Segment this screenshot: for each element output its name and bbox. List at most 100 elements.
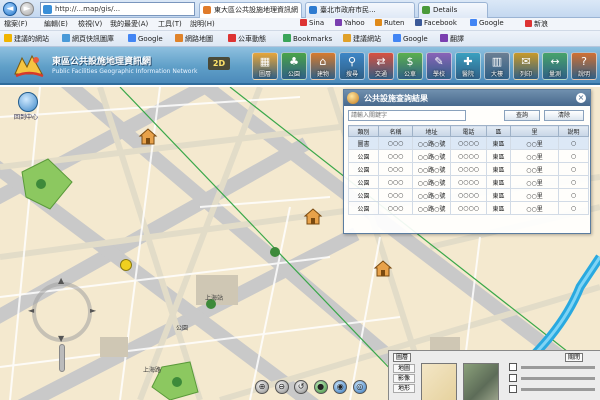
fav-2[interactable]: Google xyxy=(128,34,163,43)
opacity-slider[interactable] xyxy=(521,366,595,369)
column-header[interactable]: 名稱 xyxy=(378,125,413,137)
pan-ring[interactable] xyxy=(32,282,92,342)
menu-favorites[interactable]: 我的最愛(A) xyxy=(110,19,148,29)
basemap-option[interactable]: 地圖 xyxy=(393,364,415,373)
fav-4[interactable]: 公車動態 xyxy=(228,34,266,44)
table-row[interactable]: 圖書 ○○○ ○○路○號 ○○○○ 東區 ○○里 ○ xyxy=(348,136,589,150)
menu-view[interactable]: 檢視(V) xyxy=(78,19,102,29)
link-1[interactable]: Yahoo xyxy=(335,19,365,27)
building-marker-icon[interactable] xyxy=(303,207,323,225)
url-text: http://...map/gis/... xyxy=(55,5,121,13)
query-button[interactable]: 查詢 xyxy=(504,110,540,121)
park-marker-icon[interactable] xyxy=(36,179,46,189)
home-compass[interactable]: 回到中心 xyxy=(14,92,44,121)
layer-checkbox[interactable] xyxy=(509,363,517,371)
link-3[interactable]: Facebook xyxy=(415,19,457,27)
layer-checkbox[interactable] xyxy=(509,374,517,382)
page-icon xyxy=(343,34,351,42)
toolbar-button[interactable]: ↔ 量測 xyxy=(542,52,568,80)
toolbar-button[interactable]: ? 說明 xyxy=(571,52,597,80)
table-row[interactable]: 公園 ○○○ ○○路○號 ○○○○ 東區 ○○里 ○ xyxy=(348,162,589,176)
back-arrow-icon[interactable]: ◄ xyxy=(3,2,17,16)
table-row[interactable]: 公園 ○○○ ○○路○號 ○○○○ 東區 ○○里 ○ xyxy=(348,149,589,163)
clear-button[interactable]: 清除 xyxy=(544,110,584,121)
fav-7[interactable]: Google xyxy=(393,34,428,43)
browser-menu-bar: 檔案(F) 編輯(E) 檢視(V) 我的最愛(A) 工具(T) 說明(H) Si… xyxy=(0,18,600,31)
toolbar-label: 醫院 xyxy=(461,71,474,78)
close-icon[interactable]: × xyxy=(576,93,586,103)
pan-right-arrow-icon[interactable]: ► xyxy=(90,306,96,315)
menu-help[interactable]: 說明(H) xyxy=(190,19,215,29)
tab-0[interactable]: 東大區公共設施地理資訊網 xyxy=(199,2,302,18)
fav-1[interactable]: 網頁快訊圖庫 xyxy=(62,34,114,44)
opacity-slider[interactable] xyxy=(521,388,595,391)
basemap-option[interactable]: 地形 xyxy=(393,384,415,393)
toolbar-button[interactable]: $ 公車 xyxy=(397,52,423,80)
pan-left-arrow-icon[interactable]: ◄ xyxy=(28,306,34,315)
fav-6[interactable]: 建議網站 xyxy=(343,34,381,44)
table-row[interactable]: 公園 ○○○ ○○路○號 ○○○○ 東區 ○○里 ○ xyxy=(348,188,589,202)
table-row[interactable]: 公園 ○○○ ○○路○號 ○○○○ 東區 ○○里 ○ xyxy=(348,175,589,189)
link-label: Sina xyxy=(309,19,325,27)
building-marker-icon[interactable] xyxy=(373,259,393,277)
column-header[interactable]: 地址 xyxy=(412,125,451,137)
globe-view-icon[interactable]: ◉ xyxy=(333,380,348,394)
table-cell: 公園 xyxy=(348,201,379,215)
menu-file[interactable]: 檔案(F) xyxy=(4,19,28,29)
column-header[interactable]: 電話 xyxy=(450,125,487,137)
menu-tools[interactable]: 工具(T) xyxy=(158,19,182,29)
toolbar-button[interactable]: ▦ 圖層 xyxy=(252,52,278,80)
park-marker-icon[interactable] xyxy=(172,377,182,387)
tab-1[interactable]: 臺北市政府市民... xyxy=(305,2,415,18)
layer-checkbox[interactable] xyxy=(509,385,517,393)
link-2[interactable]: Ruten xyxy=(375,19,404,27)
link-icon xyxy=(470,19,477,26)
basemap-option[interactable]: 影像 xyxy=(393,374,415,383)
url-input[interactable]: http://...map/gis/... xyxy=(40,2,195,16)
toolbar-button[interactable]: ✚ 醫院 xyxy=(455,52,481,80)
fav-3[interactable]: 網路地圖 xyxy=(175,34,213,44)
map-thumbnail[interactable] xyxy=(421,363,457,400)
opacity-slider[interactable] xyxy=(521,377,595,380)
table-row[interactable]: 公園 ○○○ ○○路○號 ○○○○ 東區 ○○里 ○ xyxy=(348,201,589,215)
zoom-out-icon[interactable]: ⊖ xyxy=(274,380,289,394)
column-header[interactable]: 里 xyxy=(510,125,559,137)
link-0[interactable]: Sina xyxy=(300,19,324,27)
link-4[interactable]: Google xyxy=(470,19,504,27)
park-marker-icon[interactable] xyxy=(270,247,280,257)
table-cell: ○○里 xyxy=(510,188,559,202)
column-header[interactable]: 類別 xyxy=(348,125,379,137)
keyword-search-input[interactable] xyxy=(348,110,466,121)
toolbar-button[interactable]: ⌂ 建物 xyxy=(310,52,336,80)
fav-8[interactable]: 翻譯 xyxy=(440,34,464,44)
fav-0[interactable]: 建議的網站 xyxy=(4,34,49,44)
layers-button[interactable]: 圖層 xyxy=(393,353,412,362)
link-5[interactable]: 新浪 xyxy=(525,19,548,29)
toolbar-button[interactable]: ♣ 公園 xyxy=(281,52,307,80)
rotate-icon[interactable]: ↺ xyxy=(294,380,309,394)
zoom-in-icon[interactable]: ⊕ xyxy=(255,380,269,394)
toolbar-button[interactable]: ▥ 大樓 xyxy=(484,52,510,80)
table-cell: ○ xyxy=(558,175,589,189)
table-cell: ○○○ xyxy=(378,162,413,176)
toolbar-button[interactable]: ✉ 列印 xyxy=(513,52,539,80)
forward-arrow-icon[interactable]: ► xyxy=(20,2,34,16)
building-marker-icon[interactable] xyxy=(138,127,158,145)
column-header[interactable]: 說明 xyxy=(558,125,589,137)
view-mode-badge[interactable]: 2D xyxy=(208,57,230,70)
toolbar-button[interactable]: ✎ 學校 xyxy=(426,52,452,80)
layer-icon[interactable]: ● xyxy=(313,380,328,394)
column-header[interactable]: 區 xyxy=(486,125,511,137)
zoom-slider[interactable] xyxy=(59,344,65,372)
menu-edit[interactable]: 編輯(E) xyxy=(44,19,68,29)
satellite-thumbnail[interactable] xyxy=(463,363,499,400)
tab-2[interactable]: Details xyxy=(418,2,488,18)
toolbar-button[interactable]: ⇄ 交通 xyxy=(368,52,394,80)
close-overview-button[interactable]: 關閉 xyxy=(565,353,584,362)
smiley-marker-icon[interactable] xyxy=(120,259,132,271)
fav-5[interactable]: Bookmarks xyxy=(283,34,332,43)
pan-up-arrow-icon[interactable]: ▲ xyxy=(58,276,64,285)
satellite-icon[interactable]: ◎ xyxy=(352,380,367,394)
toolbar-button[interactable]: ⚲ 搜尋 xyxy=(339,52,365,80)
pan-down-arrow-icon[interactable]: ▼ xyxy=(58,334,64,343)
